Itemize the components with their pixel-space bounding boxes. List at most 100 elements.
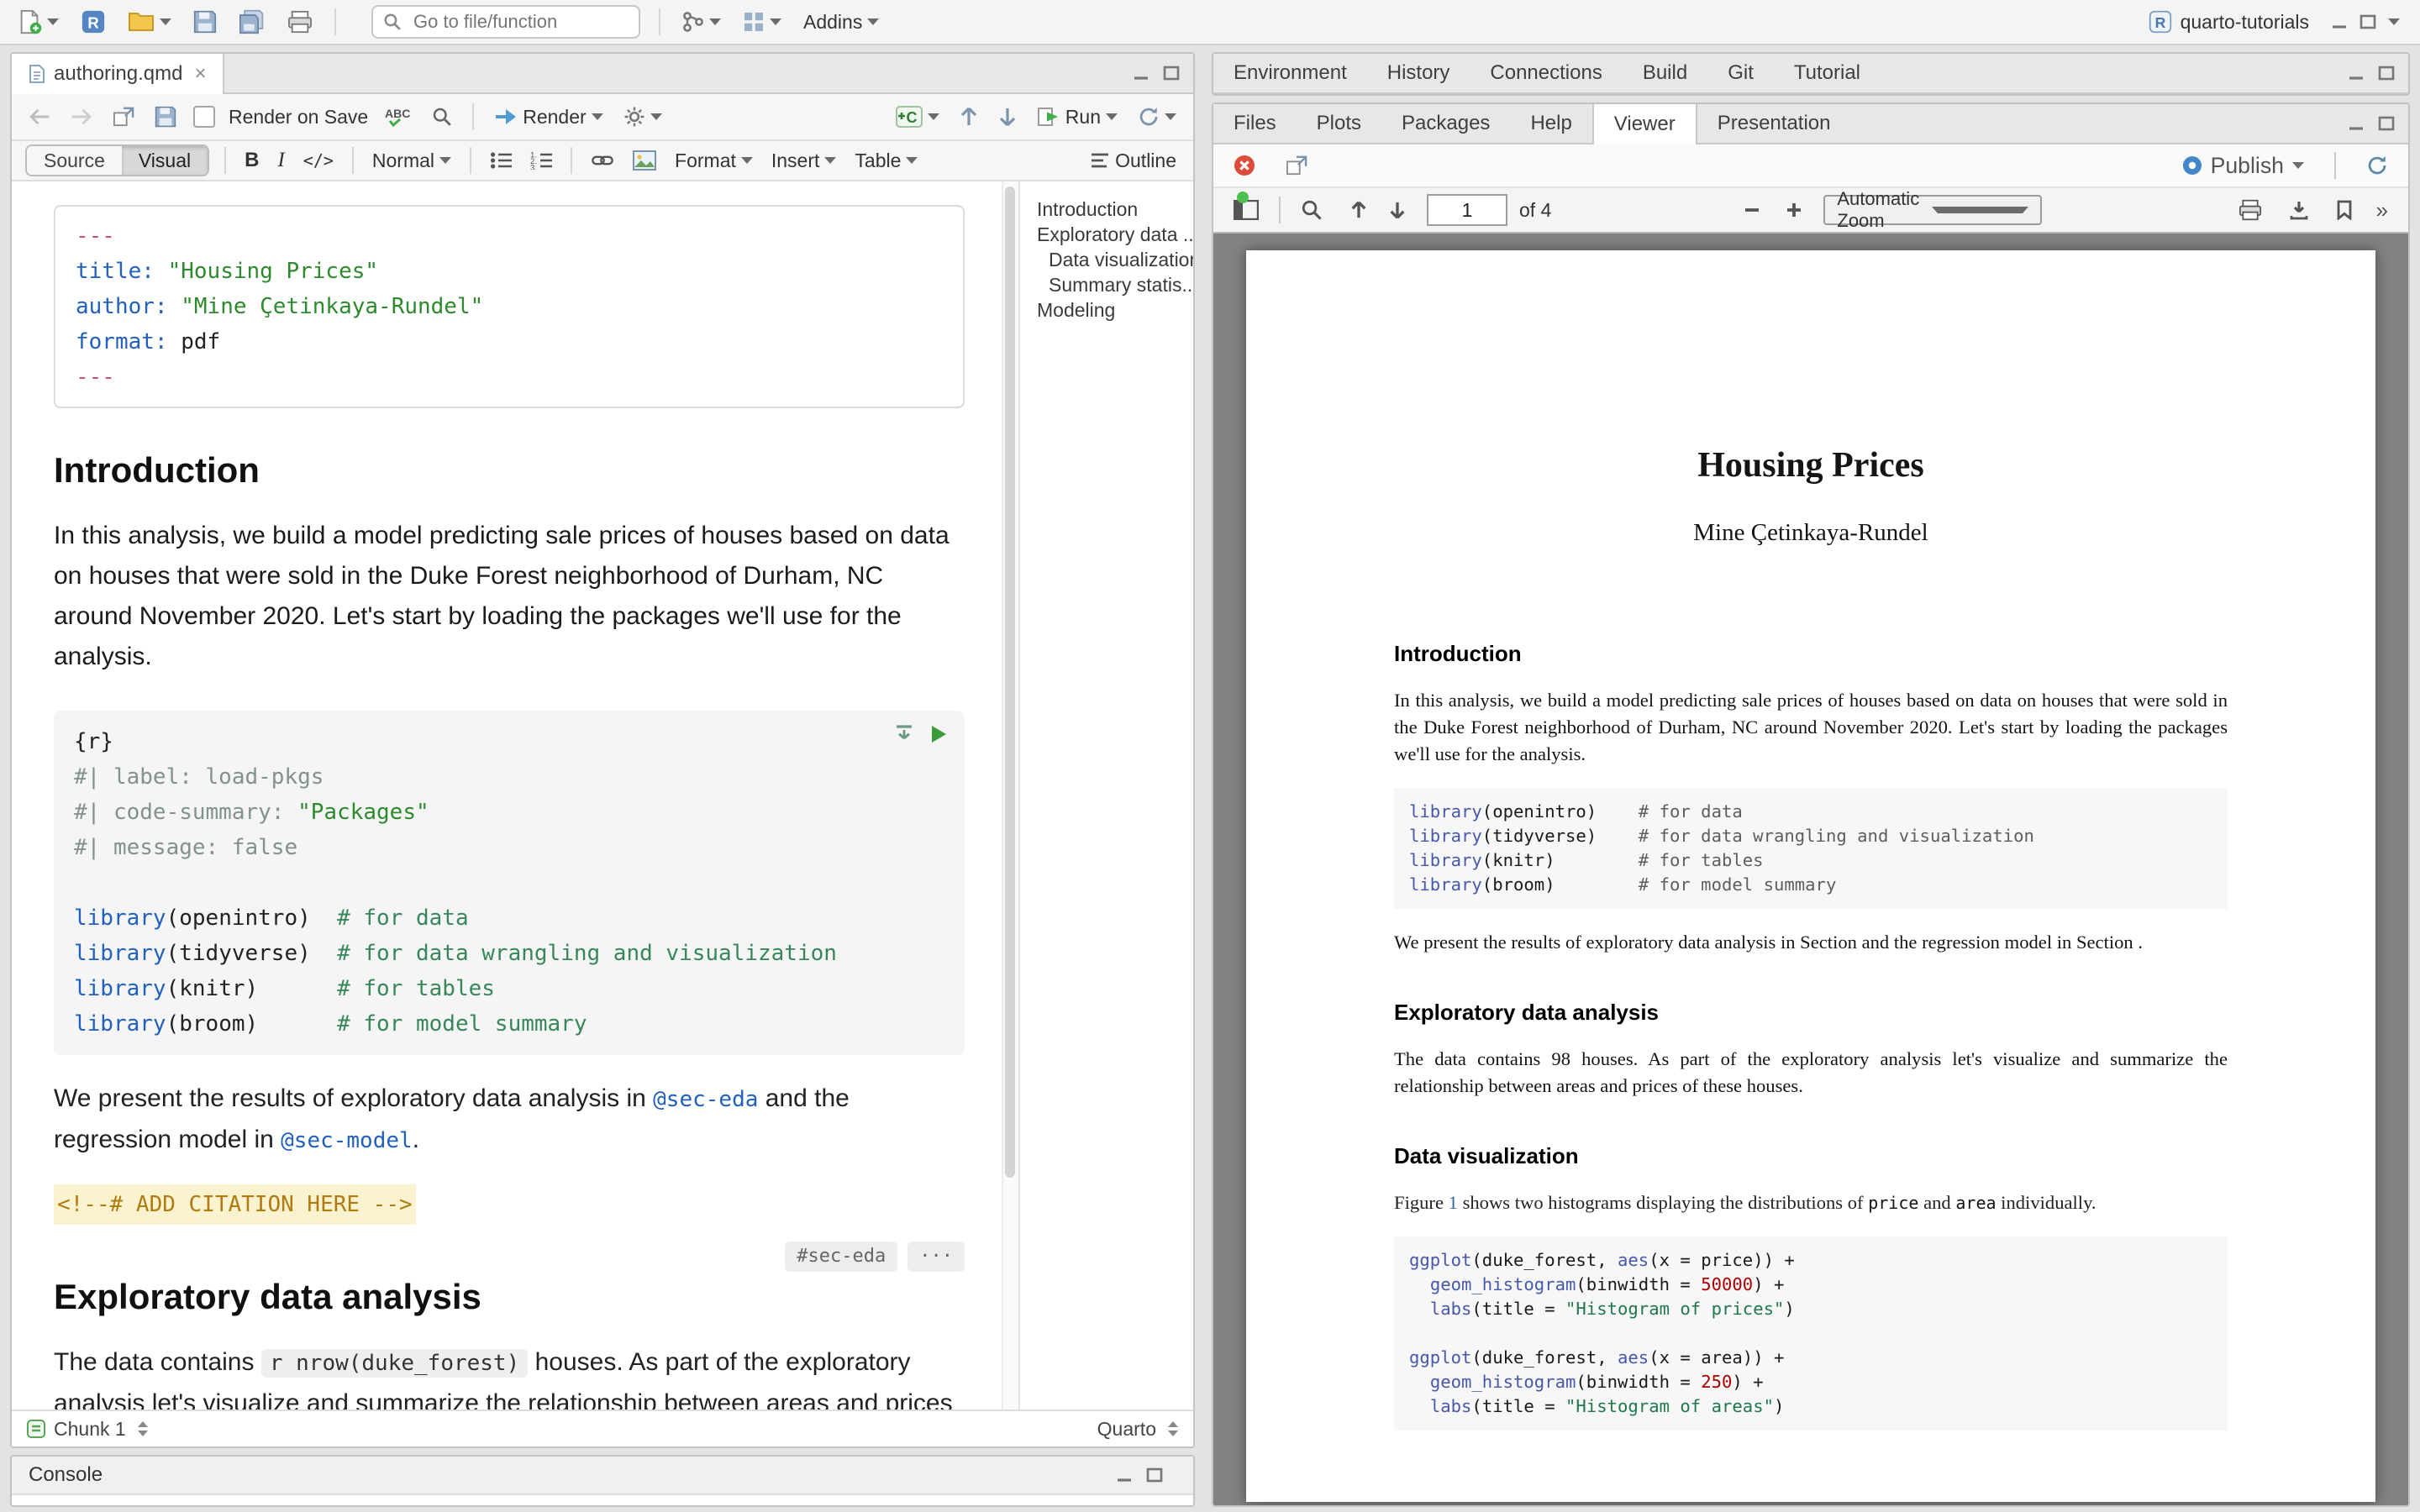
run-button[interactable]: Run: [1034, 102, 1121, 132]
save-button[interactable]: [190, 7, 220, 37]
mode-updown-icon[interactable]: [1168, 1421, 1178, 1436]
pdf-viewer-area[interactable]: Housing Prices Mine Çetinkaya-Rundel Int…: [1213, 234, 2408, 1505]
maximize-window-icon[interactable]: [2360, 14, 2376, 29]
print-button[interactable]: [284, 7, 316, 37]
chunk-nav-updown-icon[interactable]: [138, 1421, 148, 1436]
tab-tutorial[interactable]: Tutorial: [1774, 54, 1881, 92]
document-mode-label[interactable]: Quarto: [1097, 1418, 1156, 1441]
pdf-download-button[interactable]: [2286, 197, 2312, 223]
numbered-list-button[interactable]: 1.2.3.: [527, 148, 555, 173]
popout-window-button[interactable]: [109, 103, 138, 130]
minimize-pane-icon[interactable]: [2348, 66, 2365, 81]
editor-heading-introduction[interactable]: Introduction: [54, 449, 965, 492]
yaml-front-matter[interactable]: ---title: "Housing Prices"author: "Mine …: [54, 205, 965, 408]
tab-files[interactable]: Files: [1213, 104, 1297, 143]
save-all-button[interactable]: [235, 6, 269, 38]
run-next-chunk-button[interactable]: [995, 103, 1020, 130]
tab-authoring-qmd[interactable]: authoring.qmd ×: [12, 54, 224, 94]
pdf-print-button[interactable]: [2235, 196, 2265, 224]
refresh-viewer-button[interactable]: [2363, 151, 2391, 180]
minimize-window-icon[interactable]: [2331, 14, 2348, 29]
insert-menu-button[interactable]: Insert: [768, 146, 840, 176]
spellcheck-button[interactable]: ABC: [381, 102, 415, 131]
tab-plots[interactable]: Plots: [1297, 104, 1381, 143]
section-options-button[interactable]: ···: [908, 1242, 965, 1272]
publish-button[interactable]: Publish: [2179, 150, 2307, 182]
new-project-button[interactable]: R: [77, 6, 109, 38]
pdf-zoom-select[interactable]: Automatic Zoom: [1823, 195, 2042, 225]
pdf-search-button[interactable]: [1297, 196, 1326, 224]
maximize-pane-icon[interactable]: [2378, 116, 2395, 131]
render-button[interactable]: Render: [491, 102, 606, 132]
bullet-list-button[interactable]: [487, 148, 515, 173]
tab-history[interactable]: History: [1367, 54, 1470, 92]
pdf-more-tools-button[interactable]: »: [2373, 196, 2391, 224]
find-replace-button[interactable]: [429, 103, 455, 130]
minimize-pane-icon[interactable]: [1133, 66, 1150, 81]
outline-item-modeling[interactable]: Modeling: [1037, 297, 1193, 323]
chunk-code[interactable]: {r}#| label: load-pkgs#| code-summary: "…: [74, 724, 944, 1042]
addins-button[interactable]: Addins: [800, 8, 882, 37]
scrollbar-thumb[interactable]: [1005, 186, 1015, 1178]
table-menu-button[interactable]: Table: [851, 146, 921, 176]
open-file-button[interactable]: [124, 7, 175, 37]
pdf-next-page-button[interactable]: [1385, 197, 1410, 223]
outline-item-summary-statistics[interactable]: Summary statis...: [1037, 272, 1193, 297]
close-tab-icon[interactable]: ×: [194, 62, 206, 86]
outline-item-data-visualization[interactable]: Data visualization: [1037, 247, 1193, 272]
tab-environment[interactable]: Environment: [1213, 54, 1367, 92]
insert-link-button[interactable]: [587, 149, 618, 172]
tab-presentation[interactable]: Presentation: [1697, 104, 1851, 143]
bold-button[interactable]: B: [241, 145, 262, 176]
goto-file-input[interactable]: [410, 9, 629, 34]
maximize-pane-icon[interactable]: [2378, 66, 2395, 81]
code-chunk-load-pkgs[interactable]: {r}#| label: load-pkgs#| code-summary: "…: [54, 711, 965, 1055]
insert-image-button[interactable]: [629, 147, 660, 174]
editor-paragraph-crossrefs[interactable]: We present the results of exploratory da…: [54, 1079, 965, 1161]
render-on-save-checkbox[interactable]: [193, 106, 215, 128]
pdf-prev-page-button[interactable]: [1346, 197, 1371, 223]
goto-file-search[interactable]: [371, 5, 640, 39]
tab-git[interactable]: Git: [1707, 54, 1774, 92]
new-file-button[interactable]: [13, 6, 62, 38]
pdf-zoom-in-button[interactable]: [1781, 197, 1807, 223]
forward-button[interactable]: [67, 104, 96, 129]
pdf-zoom-out-button[interactable]: [1739, 197, 1765, 223]
tab-viewer[interactable]: Viewer: [1592, 104, 1697, 144]
editor-scrollbar[interactable]: [1002, 181, 1018, 1410]
format-menu-button[interactable]: Format: [671, 146, 756, 176]
render-settings-button[interactable]: [620, 102, 666, 131]
minimize-pane-icon[interactable]: [2348, 116, 2365, 131]
maximize-pane-icon[interactable]: [1146, 1467, 1163, 1483]
tab-connections[interactable]: Connections: [1470, 54, 1622, 92]
stop-viewer-button[interactable]: [1230, 151, 1259, 180]
project-menu-button[interactable]: R quarto-tutorials: [2149, 10, 2309, 34]
chunk-position-label[interactable]: Chunk 1: [54, 1418, 126, 1441]
save-button[interactable]: [151, 102, 180, 131]
editor-paragraph-eda[interactable]: The data contains r nrow(duke_forest) ho…: [54, 1342, 965, 1410]
editor-paragraph-intro[interactable]: In this analysis, we build a model predi…: [54, 516, 965, 677]
pane-layout-button[interactable]: [739, 8, 785, 36]
viewer-popout-button[interactable]: [1282, 152, 1311, 179]
paragraph-style-select[interactable]: Normal: [369, 146, 455, 176]
chevron-down-icon[interactable]: [2388, 18, 2400, 25]
version-control-button[interactable]: [679, 8, 724, 36]
insert-chunk-button[interactable]: C: [892, 102, 943, 132]
visual-editor-content[interactable]: ---title: "Housing Prices"author: "Mine …: [12, 181, 1002, 1410]
code-format-button[interactable]: </>: [300, 147, 337, 174]
tab-build[interactable]: Build: [1623, 54, 1707, 92]
outline-item-introduction[interactable]: Introduction: [1037, 197, 1193, 222]
rerun-button[interactable]: [1134, 102, 1180, 131]
italic-button[interactable]: I: [274, 145, 287, 176]
minimize-pane-icon[interactable]: [1116, 1467, 1133, 1483]
pdf-bookmark-button[interactable]: [2333, 197, 2356, 223]
outline-toggle-button[interactable]: Outline: [1086, 146, 1180, 176]
run-chunks-above-icon[interactable]: [894, 724, 914, 744]
outline-item-eda[interactable]: Exploratory data ...: [1037, 222, 1193, 247]
citation-comment[interactable]: <!--# ADD CITATION HERE -->: [54, 1184, 416, 1225]
back-button[interactable]: [25, 104, 54, 129]
tab-help[interactable]: Help: [1510, 104, 1591, 143]
run-chunk-icon[interactable]: [929, 724, 948, 744]
visual-mode-button[interactable]: Visual: [122, 146, 208, 175]
editor-heading-eda[interactable]: Exploratory data analysis: [54, 1275, 965, 1319]
